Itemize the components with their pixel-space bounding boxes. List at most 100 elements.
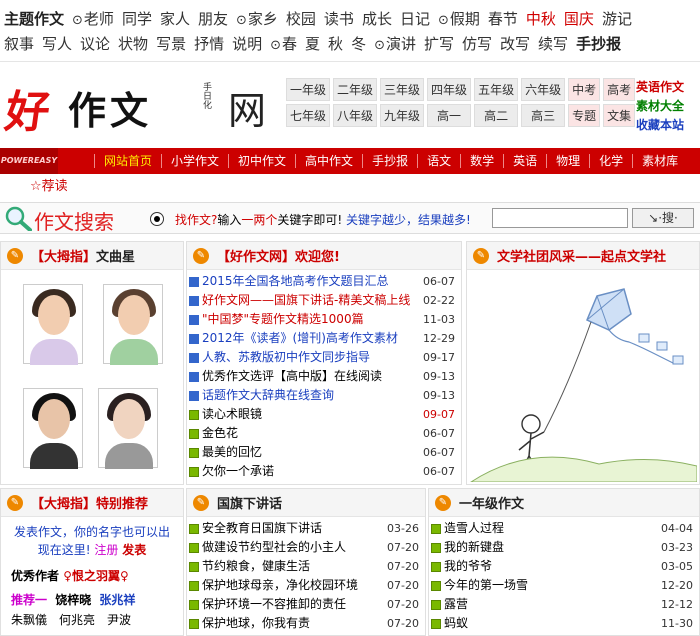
topic-link[interactable]: 朋友	[198, 8, 228, 29]
list-item-title[interactable]: 蚂蚁	[444, 614, 657, 633]
list-item-title[interactable]: 好作文网——国旗下讲话-精美文稿上线	[202, 291, 419, 310]
site-logo[interactable]: 好 作文 手日化 网	[2, 76, 276, 138]
list-item[interactable]: 安全教育日国旗下讲话 03-26	[189, 519, 423, 538]
grade-link[interactable]: 中考	[568, 78, 601, 101]
topic-link[interactable]: 日记	[400, 8, 430, 29]
topic-link[interactable]: ⊙假期	[438, 8, 480, 29]
list-item-title[interactable]: 节约粮食，健康生活	[202, 557, 383, 576]
list-item[interactable]: 最美的回忆 06-07	[189, 443, 459, 462]
writer-photo[interactable]	[103, 284, 163, 365]
list-item[interactable]: 话题作文大辞典在线查询 09-13	[189, 386, 459, 405]
list-item[interactable]: 节约粮食，健康生活 07-20	[189, 557, 423, 576]
list-item-title[interactable]: 优秀作文选评【高中版】在线阅读	[202, 367, 419, 386]
list-item-title[interactable]: "中国梦"专题作文精选1000篇	[202, 310, 419, 329]
topic-link[interactable]: 成长	[362, 8, 392, 29]
grade-link[interactable]: 六年级	[521, 78, 566, 101]
writer-photo[interactable]	[23, 284, 83, 365]
list-item-title[interactable]: 做建设节约型社会的小主人	[202, 538, 383, 557]
list-item-title[interactable]: 保护地球，你我有责	[202, 614, 383, 633]
topic-link[interactable]: 主题作文	[4, 8, 64, 29]
list-item-title[interactable]: 人教、苏教版初中作文同步指导	[202, 348, 419, 367]
topic-link[interactable]: 校园	[286, 8, 316, 29]
register-link[interactable]: 注册	[94, 543, 118, 557]
topic-link[interactable]: 读书	[324, 8, 354, 29]
nav-item[interactable]: 网站首页	[94, 154, 161, 168]
nav-item[interactable]: 素材库	[632, 154, 687, 168]
sub-nav[interactable]: ☆荐读	[0, 174, 700, 200]
kite-illustration[interactable]	[469, 274, 697, 482]
list-item-title[interactable]: 2015年全国各地高考作文题目汇总	[202, 272, 419, 291]
author-link[interactable]: 饶梓晓	[55, 593, 91, 607]
list-item[interactable]: 读心术眼镜 09-07	[189, 405, 459, 424]
list-item[interactable]: 保护环境一不容推卸的责任 07-20	[189, 595, 423, 614]
list-item-title[interactable]: 最美的回忆	[202, 443, 419, 462]
nav-item[interactable]: 手抄报	[362, 154, 417, 168]
topic-link[interactable]: 春节	[488, 8, 518, 29]
list-item[interactable]: 优秀作文选评【高中版】在线阅读 09-13	[189, 367, 459, 386]
search-input[interactable]	[492, 208, 628, 228]
list-item[interactable]: 今年的第一场雪 12-20	[431, 576, 697, 595]
list-item[interactable]: 露营 12-12	[431, 595, 697, 614]
topic-link[interactable]: 手抄报	[576, 33, 621, 54]
nav-item[interactable]: 高中作文	[295, 154, 362, 168]
topic-link[interactable]: 游记	[602, 8, 632, 29]
nav-item[interactable]: 初中作文	[228, 154, 295, 168]
list-item[interactable]: 2015年全国各地高考作文题目汇总 06-07	[189, 272, 459, 291]
topic-link[interactable]: 秋	[328, 33, 343, 54]
list-item[interactable]: 造雪人过程 04-04	[431, 519, 697, 538]
list-item[interactable]: 我的爷爷 03-05	[431, 557, 697, 576]
topic-link[interactable]: 家人	[160, 8, 190, 29]
topic-link[interactable]: 抒情	[194, 33, 224, 54]
topic-link[interactable]: 国庆	[564, 8, 594, 29]
header-quick-link[interactable]: 英语作文	[636, 78, 700, 97]
topic-link[interactable]: 状物	[118, 33, 148, 54]
list-item-title[interactable]: 保护地球母亲，净化校园环境	[202, 576, 383, 595]
list-item-title[interactable]: 话题作文大辞典在线查询	[202, 386, 419, 405]
list-item[interactable]: 保护地球母亲，净化校园环境 07-20	[189, 576, 423, 595]
publish-link[interactable]: 发表	[122, 543, 146, 557]
list-item[interactable]: 蚂蚁 11-30	[431, 614, 697, 633]
writer-photo[interactable]	[98, 388, 158, 469]
search-button[interactable]: ↘·搜·	[632, 208, 694, 228]
list-item-title[interactable]: 我的新键盘	[444, 538, 657, 557]
topic-link[interactable]: ⊙演讲	[374, 33, 416, 54]
nav-item[interactable]: 化学	[589, 154, 632, 168]
writer-photo[interactable]	[23, 388, 83, 469]
grade-link[interactable]: 高二	[474, 104, 519, 127]
topic-link[interactable]: ⊙老师	[72, 8, 114, 29]
topic-link[interactable]: 同学	[122, 8, 152, 29]
list-item-title[interactable]: 安全教育日国旗下讲话	[202, 519, 383, 538]
list-item[interactable]: 好作文网——国旗下讲话-精美文稿上线 02-22	[189, 291, 459, 310]
author-link[interactable]: ♀恨之羽翼♀	[63, 569, 129, 583]
list-item[interactable]: "中国梦"专题作文精选1000篇 11-03	[189, 310, 459, 329]
topic-link[interactable]: ⊙春	[270, 33, 297, 54]
topic-link[interactable]: 写人	[42, 33, 72, 54]
author-link[interactable]: 尹波	[107, 613, 131, 627]
header-quick-link[interactable]: 素材大全	[636, 97, 700, 116]
topic-link[interactable]: 仿写	[462, 33, 492, 54]
grade-link[interactable]: 三年级	[380, 78, 425, 101]
list-item-title[interactable]: 金色花	[202, 424, 419, 443]
topic-link[interactable]: 扩写	[424, 33, 454, 54]
recommend-read-link[interactable]: ☆荐读	[30, 179, 68, 194]
topic-link[interactable]: 续写	[538, 33, 568, 54]
list-item[interactable]: 人教、苏教版初中作文同步指导 09-17	[189, 348, 459, 367]
grade-link[interactable]: 二年级	[333, 78, 378, 101]
topic-link[interactable]: 写景	[156, 33, 186, 54]
list-item[interactable]: 欠你一个承诺 06-07	[189, 462, 459, 481]
header-quick-link[interactable]: 收藏本站	[636, 116, 700, 135]
grade-link[interactable]: 高一	[427, 104, 472, 127]
nav-item[interactable]: 物理	[546, 154, 589, 168]
grade-link[interactable]: 四年级	[427, 78, 472, 101]
topic-link[interactable]: ⊙家乡	[236, 8, 278, 29]
topic-link[interactable]: 议论	[80, 33, 110, 54]
list-item-title[interactable]: 保护环境一不容推卸的责任	[202, 595, 383, 614]
list-item-title[interactable]: 欠你一个承诺	[202, 462, 419, 481]
nav-item[interactable]: 英语	[503, 154, 546, 168]
list-item[interactable]: 我的新键盘 03-23	[431, 538, 697, 557]
nav-item[interactable]: 小学作文	[161, 154, 228, 168]
author-link[interactable]: 何兆亮	[59, 613, 95, 627]
list-item-title[interactable]: 露营	[444, 595, 657, 614]
list-item[interactable]: 保护地球，你我有责 07-20	[189, 614, 423, 633]
nav-item[interactable]: 数学	[460, 154, 503, 168]
